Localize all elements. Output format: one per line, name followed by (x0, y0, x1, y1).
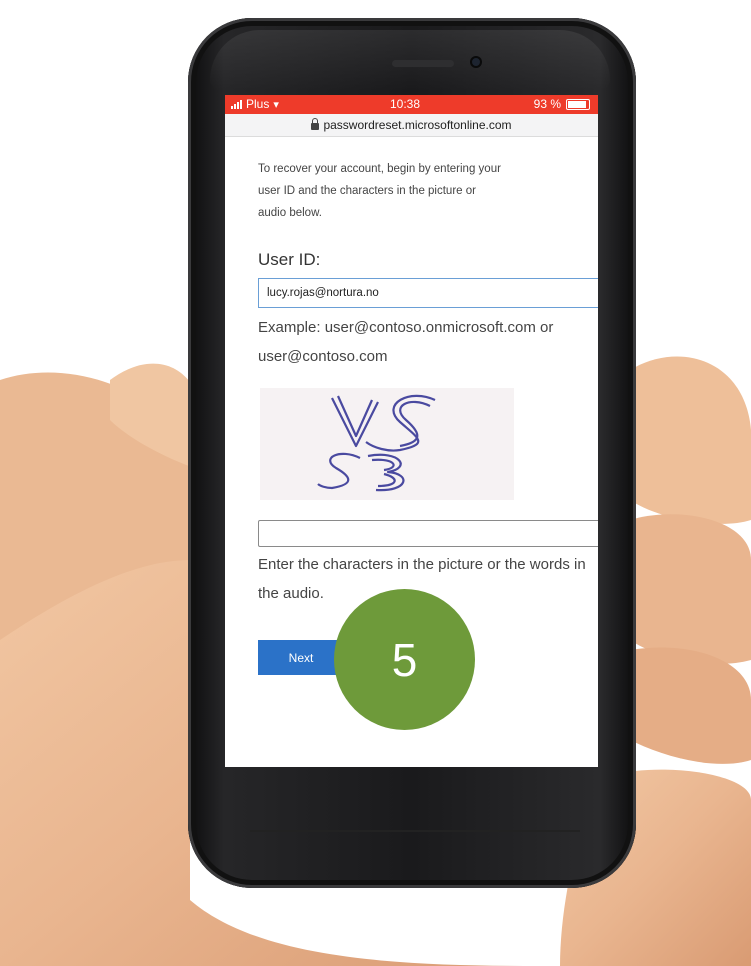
phone-camera (470, 56, 482, 68)
userid-input[interactable] (258, 278, 598, 308)
next-button[interactable]: Next (258, 640, 344, 675)
captcha-input[interactable] (258, 520, 598, 547)
status-time: 10:38 (390, 97, 421, 111)
wifi-icon: ▾ (273, 98, 279, 111)
lock-icon (311, 118, 320, 130)
status-bar: Plus ▾ 10:38 93 % (225, 95, 598, 114)
url-text: passwordreset.microsoftonline.com (323, 118, 512, 132)
example-line: Example: user@contoso.onmicrosoft.com or (258, 319, 554, 336)
intro-line: user ID and the characters in the pictur… (258, 185, 476, 197)
captcha-glyphs (317, 394, 436, 492)
captcha-image (260, 388, 514, 500)
phone-speaker (392, 60, 454, 67)
photo-scene: Plus ▾ 10:38 93 % passwordreset.microsof… (0, 0, 751, 966)
userid-example: Example: user@contoso.onmicrosoft.com or… (258, 313, 598, 371)
intro-text: To recover your account, begin by enteri… (258, 158, 578, 224)
status-bar-left: Plus ▾ (231, 97, 279, 111)
phone-bottom-bezel (250, 830, 580, 832)
signal-icon (231, 99, 242, 109)
step-number-badge: 5 (334, 589, 475, 730)
example-line: user@contoso.com (258, 348, 388, 365)
address-bar[interactable]: passwordreset.microsoftonline.com (225, 114, 598, 137)
battery-percent: 93 % (533, 97, 561, 111)
status-bar-right: 93 % (534, 97, 590, 111)
carrier-name: Plus (246, 97, 270, 111)
intro-line: To recover your account, begin by enteri… (258, 163, 501, 175)
captcha-help-line: Enter the characters in the picture or t… (258, 556, 586, 573)
userid-label: User ID: (258, 250, 321, 269)
battery-icon (566, 98, 590, 110)
intro-line: audio below. (258, 207, 322, 219)
